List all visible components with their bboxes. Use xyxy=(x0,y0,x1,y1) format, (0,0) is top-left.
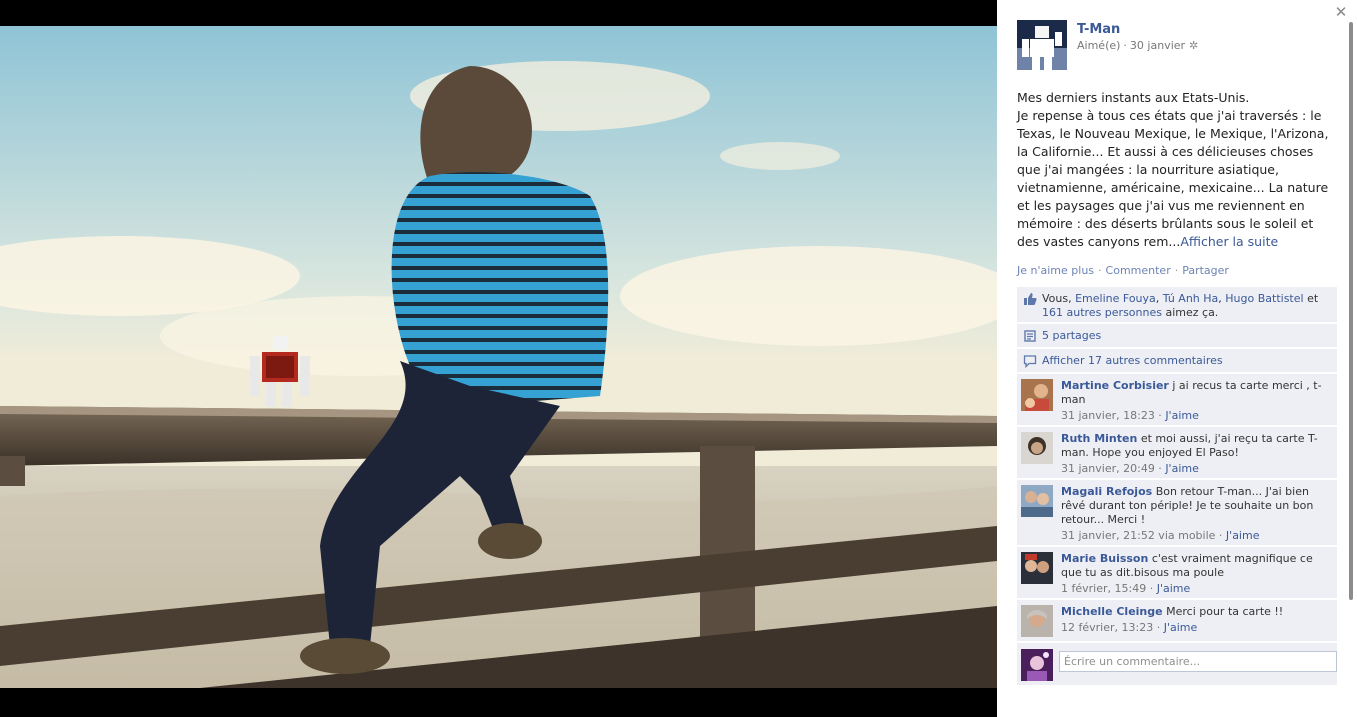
commenter-name[interactable]: Marie Buisson xyxy=(1061,552,1148,565)
post-date[interactable]: 30 janvier xyxy=(1130,39,1185,52)
meta-separator: · xyxy=(1123,39,1127,52)
shares-row[interactable]: 5 partages xyxy=(1017,324,1337,348)
post-panel: ✕ T-Man Aimé(e) · 30 janvier ✲ Mes derniers… xyxy=(997,0,1357,717)
author-avatar[interactable] xyxy=(1017,20,1067,70)
more-comments-row[interactable]: Afficher 17 autres commentaires xyxy=(1017,349,1337,373)
unlike-link[interactable]: Je n'aime plus xyxy=(1017,264,1094,277)
post-caption: Mes derniers instants aux Etats-Unis. Je… xyxy=(1017,89,1339,251)
commenter-name[interactable]: Michelle Cleinge xyxy=(1061,605,1163,618)
commenter-avatar[interactable] xyxy=(1021,552,1053,584)
liked-label: Aimé(e) xyxy=(1077,39,1121,52)
other-likers-link[interactable]: 161 autres personnes xyxy=(1042,306,1162,319)
current-user-avatar xyxy=(1021,649,1053,681)
action-separator: · xyxy=(1098,264,1102,277)
photo[interactable] xyxy=(0,26,997,688)
like-person-link[interactable]: Hugo Battistel xyxy=(1225,292,1303,305)
commenter-avatar[interactable] xyxy=(1021,605,1053,637)
comment-time[interactable]: 1 février, 15:49 xyxy=(1061,582,1146,595)
comment-like-link[interactable]: J'aime xyxy=(1157,582,1191,595)
comment: Martine Corbisier j ai recus ta carte me… xyxy=(1017,374,1337,426)
scrollbar-thumb[interactable] xyxy=(1349,22,1353,600)
comment: Magali Refojos Bon retour T-man... J'ai … xyxy=(1017,480,1337,546)
more-comments-link[interactable]: Afficher 17 autres commentaires xyxy=(1042,354,1223,367)
like-person-link[interactable]: Tú Anh Ha xyxy=(1163,292,1219,305)
post-actions: Je n'aime plus · Commenter · Partager xyxy=(1017,264,1229,277)
caption-line: Je repense à tous ces états que j'ai tra… xyxy=(1017,108,1329,249)
commenter-avatar[interactable] xyxy=(1021,485,1053,517)
commenter-name[interactable]: Martine Corbisier xyxy=(1061,379,1169,392)
share-link[interactable]: Partager xyxy=(1182,264,1229,277)
likes-row: Vous, Emeline Fouya, Tú Anh Ha, Hugo Bat… xyxy=(1017,287,1337,323)
photo-stage xyxy=(0,0,997,717)
comment-link[interactable]: Commenter xyxy=(1106,264,1171,277)
commenter-avatar[interactable] xyxy=(1021,432,1053,464)
comment-like-link[interactable]: J'aime xyxy=(1226,529,1260,542)
comment-composer xyxy=(1017,643,1337,685)
comment-time[interactable]: 31 janvier, 20:49 xyxy=(1061,462,1155,475)
comment-time[interactable]: 31 janvier, 18:23 xyxy=(1061,409,1155,422)
comment-input[interactable] xyxy=(1059,651,1337,672)
gear-icon[interactable]: ✲ xyxy=(1189,39,1198,52)
commenter-name[interactable]: Magali Refojos xyxy=(1061,485,1152,498)
comment-like-link[interactable]: J'aime xyxy=(1164,621,1198,634)
thumbs-up-icon xyxy=(1024,293,1037,305)
comment-like-link[interactable]: J'aime xyxy=(1165,409,1199,422)
comment-time[interactable]: 31 janvier, 21:52 via mobile xyxy=(1061,529,1215,542)
likes-text: Vous, Emeline Fouya, Tú Anh Ha, Hugo Bat… xyxy=(1042,292,1319,319)
commenter-name[interactable]: Ruth Minten xyxy=(1061,432,1137,445)
comment-time[interactable]: 12 février, 13:23 xyxy=(1061,621,1153,634)
caption-line: Mes derniers instants aux Etats-Unis. xyxy=(1017,90,1250,105)
post-meta: Aimé(e) · 30 janvier ✲ xyxy=(1077,39,1198,52)
like-person-link[interactable]: Emeline Fouya xyxy=(1075,292,1156,305)
comment-like-link[interactable]: J'aime xyxy=(1165,462,1199,475)
comment: Michelle Cleinge Merci pour ta carte !! … xyxy=(1017,600,1337,642)
comment-bubble-icon xyxy=(1023,355,1037,368)
comment-text: Merci pour ta carte !! xyxy=(1166,605,1284,618)
comment: Marie Buisson c'est vraiment magnifique … xyxy=(1017,547,1337,599)
action-separator: · xyxy=(1174,264,1179,277)
photo-image xyxy=(0,26,997,688)
shares-link[interactable]: 5 partages xyxy=(1042,329,1101,342)
author-name[interactable]: T-Man xyxy=(1077,22,1120,37)
commenter-avatar[interactable] xyxy=(1021,379,1053,411)
comment: Ruth Minten et moi aussi, j'ai reçu ta c… xyxy=(1017,427,1337,479)
see-more-link[interactable]: Afficher la suite xyxy=(1180,234,1278,249)
share-icon xyxy=(1024,330,1036,342)
